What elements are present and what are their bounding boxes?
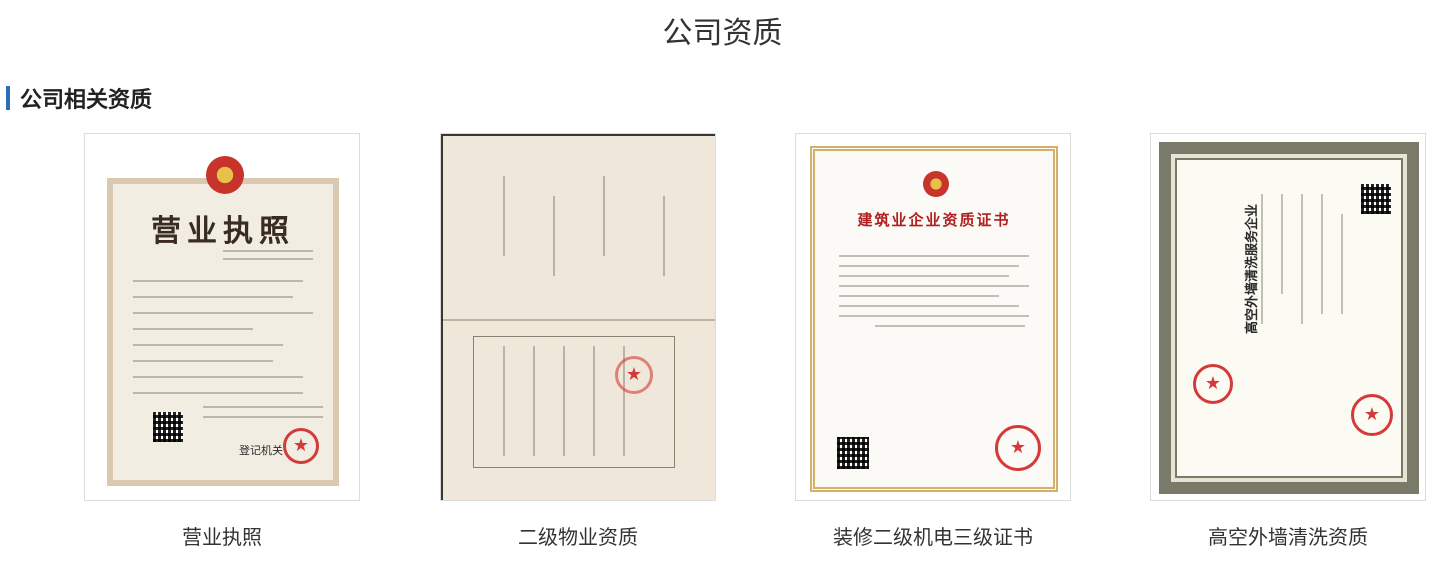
certificate-card-facade-cleaning[interactable]: 高空外墙清洗服务企业 (1150, 133, 1426, 501)
property-qualification-image (441, 134, 715, 500)
cdis-logo-icon (1193, 364, 1233, 404)
facade-cleaning-heading: 高空外墙清洗服务企业 (1245, 203, 1260, 334)
official-seal-icon (283, 428, 319, 464)
certificate-card-property-qualification[interactable] (440, 133, 716, 501)
certificate-card-business-license[interactable]: 营业执照 登记机关 (84, 133, 360, 501)
construction-certificate-heading: 建筑业企业资质证书 (857, 211, 1011, 229)
certificate-caption: 高空外墙清洗资质 (1208, 525, 1368, 549)
national-emblem-icon (206, 156, 244, 194)
official-seal-icon (995, 425, 1041, 471)
facade-cleaning-qualification-image: 高空外墙清洗服务企业 (1159, 142, 1419, 494)
business-license-heading: 营业执照 (151, 214, 295, 249)
business-license-registration-authority: 登记机关 (239, 444, 283, 457)
national-emblem-icon (923, 171, 949, 197)
certificate-caption: 营业执照 (182, 525, 262, 549)
business-license-image: 营业执照 登记机关 (107, 156, 339, 486)
qr-code-icon (837, 437, 869, 469)
certificate-caption: 二级物业资质 (518, 525, 638, 549)
certificate-card-construction-qualification[interactable]: 建筑业企业资质证书 (795, 133, 1071, 501)
qr-code-icon (1361, 184, 1391, 214)
certificate-caption: 装修二级机电三级证书 (833, 525, 1033, 549)
construction-qualification-image: 建筑业企业资质证书 (810, 146, 1058, 492)
page-title: 公司资质 (662, 16, 783, 51)
qr-code-icon (153, 412, 183, 442)
official-seal-icon (615, 356, 653, 394)
official-seal-icon (1351, 394, 1393, 436)
section-title: 公司相关资质 (20, 88, 153, 113)
section-accent-bar (6, 86, 10, 110)
section-heading: 公司相关资质 (6, 84, 153, 113)
